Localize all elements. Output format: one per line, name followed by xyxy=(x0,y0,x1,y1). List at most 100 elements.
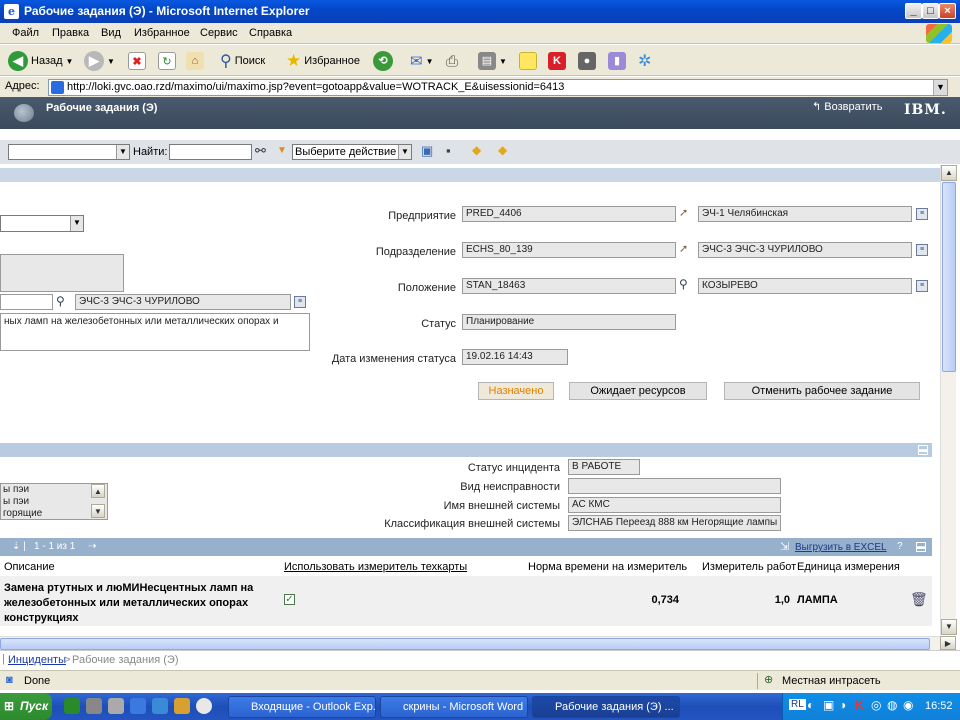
detail-menu-icon[interactable]: ≡ xyxy=(916,208,928,220)
detail-menu-icon[interactable]: ≡ xyxy=(294,296,306,308)
position-field[interactable]: STAN_18463 xyxy=(462,278,676,294)
tray-icon[interactable]: ◉ xyxy=(903,698,913,712)
history-button[interactable]: ⟲ xyxy=(373,49,393,73)
help-icon[interactable]: ? xyxy=(897,541,903,552)
menu-file[interactable]: Файл xyxy=(12,27,39,39)
vertical-scrollbar[interactable]: ▲ ▼ xyxy=(940,165,957,635)
waiting-resources-button[interactable]: Ожидает ресурсов xyxy=(569,382,707,400)
detail-menu-icon[interactable]: ≡ xyxy=(916,244,928,256)
action-select[interactable]: Выберите действие ▼ xyxy=(292,144,412,160)
refresh-button[interactable]: ↻ xyxy=(158,49,176,73)
search-icon[interactable]: ⚲ xyxy=(679,277,688,291)
description-textarea[interactable]: ных ламп на железобетонных или металличе… xyxy=(0,313,310,351)
previous-icon[interactable]: ◆ xyxy=(472,143,481,157)
tray-icon[interactable]: ◎ xyxy=(871,698,881,712)
table-row[interactable]: Замена ртутных и люМИНесцентных ламп на … xyxy=(0,576,932,626)
taskbar-item-word[interactable]: скрины - Microsoft Word xyxy=(380,696,528,718)
listbox-scroll-up[interactable]: ▲ xyxy=(91,484,105,498)
tray-icon[interactable]: ▣ xyxy=(823,698,834,712)
binoculars-icon[interactable]: ⚯ xyxy=(255,143,266,159)
find-input[interactable] xyxy=(169,144,252,160)
division-field[interactable]: ECHS_80_139 xyxy=(462,242,676,258)
minimize-button[interactable]: _ xyxy=(905,3,922,19)
people-button[interactable]: ✲ xyxy=(638,49,651,73)
download-icon[interactable]: ⇲ xyxy=(780,540,789,553)
start-button[interactable]: ⊞ Пуск xyxy=(0,693,52,720)
division-label: Подразделение xyxy=(375,246,456,258)
tray-lang-icon[interactable]: RL xyxy=(789,699,806,710)
go-to-icon[interactable]: ➚ xyxy=(679,242,688,255)
hscroll-thumb[interactable] xyxy=(0,638,930,650)
quicklaunch-icon[interactable] xyxy=(108,698,124,714)
tray-icon[interactable]: ◑ xyxy=(839,698,846,712)
assigned-button[interactable]: Назначено xyxy=(478,382,554,400)
minimize-icon[interactable]: ▬ xyxy=(916,542,926,552)
horizontal-scrollbar[interactable] xyxy=(0,636,940,650)
export-excel-link[interactable]: Выгрузить в EXCEL xyxy=(795,542,887,553)
use-meter-checkbox[interactable]: ✓ xyxy=(284,594,295,605)
menu-help[interactable]: Справка xyxy=(249,27,292,39)
new-record-icon[interactable]: ▣ xyxy=(421,143,433,159)
address-dropdown-button[interactable]: ▼ xyxy=(933,80,947,95)
menu-view[interactable]: Вид xyxy=(101,27,121,39)
scroll-thumb[interactable] xyxy=(942,182,956,372)
scroll-down-button[interactable]: ▼ xyxy=(941,619,957,635)
quicklaunch-icon[interactable] xyxy=(196,698,212,714)
detail-menu-icon[interactable]: ≡ xyxy=(916,280,928,292)
column-header-meter[interactable]: Измеритель работ xyxy=(702,561,796,573)
column-header-norm[interactable]: Норма времени на измеритель xyxy=(528,561,687,573)
column-header-unit[interactable]: Единица измерения xyxy=(797,561,900,573)
stop-button[interactable]: ✖ xyxy=(128,49,146,73)
go-to-icon[interactable]: ➚ xyxy=(679,206,688,219)
minimize-icon[interactable]: ▬ xyxy=(918,445,928,455)
breadcrumb-incidents-link[interactable]: Инциденты xyxy=(8,654,66,666)
column-header-use-meter[interactable]: Использовать измеритель техкарты xyxy=(284,561,467,573)
address-input[interactable]: http://loki.gvc.oao.rzd/maximo/ui/maximo… xyxy=(48,79,948,96)
taskbar-item-ie[interactable]: Рабочие задания (Э) ... xyxy=(532,696,680,718)
print-button[interactable]: ⎙ xyxy=(446,49,458,73)
menu-edit[interactable]: Правка xyxy=(52,27,89,39)
tray-kaspersky-icon[interactable]: K xyxy=(855,698,864,712)
menu-tools[interactable]: Сервис xyxy=(200,27,238,39)
tray-icon[interactable]: ◍ xyxy=(887,698,897,712)
query-select[interactable]: ▼ xyxy=(8,144,130,160)
tray-icon[interactable]: ◐ xyxy=(807,698,814,712)
location-input[interactable] xyxy=(0,294,53,310)
quicklaunch-icon[interactable] xyxy=(152,698,168,714)
mail-button[interactable]: ✉ ▼ xyxy=(410,49,434,73)
taskbar-item-outlook[interactable]: Входящие - Outlook Exp... xyxy=(228,696,376,718)
left-select[interactable]: ▼ xyxy=(0,215,84,232)
quicklaunch-icon[interactable] xyxy=(174,698,190,714)
search-button[interactable]: ⚲ Поиск xyxy=(220,49,265,73)
enterprise-field[interactable]: PRED_4406 xyxy=(462,206,676,222)
notes-button[interactable] xyxy=(519,49,537,73)
menu-favorites[interactable]: Избранное xyxy=(134,27,190,39)
pager-next-icon[interactable]: ⇢ xyxy=(88,541,96,552)
scroll-up-button[interactable]: ▲ xyxy=(941,165,957,181)
pager-prev-icon[interactable]: ⇣ | xyxy=(12,541,26,552)
home-button[interactable]: ⌂ xyxy=(186,49,204,73)
quicklaunch-ie-icon[interactable] xyxy=(130,698,146,714)
quicklaunch-icon[interactable] xyxy=(86,698,102,714)
listbox-scroll-down[interactable]: ▼ xyxy=(91,504,105,518)
window-title-bar: e Рабочие задания (Э) - Microsoft Intern… xyxy=(0,0,960,23)
maximize-button[interactable]: □ xyxy=(922,3,939,19)
forward-button[interactable]: ▶ ▼ xyxy=(84,49,115,73)
back-button[interactable]: ◀ Назад ▼ xyxy=(8,49,73,73)
favorites-button[interactable]: ★ Избранное xyxy=(286,49,360,73)
close-button[interactable]: × xyxy=(939,3,956,19)
kaspersky-button[interactable]: K xyxy=(548,49,566,73)
edit-button[interactable]: ▤ ▼ xyxy=(478,49,507,73)
search-icon[interactable]: ⚲ xyxy=(56,294,65,308)
arrow-down-icon[interactable]: ▼ xyxy=(277,145,287,156)
return-link[interactable]: ↰ Возвратить xyxy=(812,100,882,113)
column-header-description[interactable]: Описание xyxy=(4,561,55,573)
scroll-right-button[interactable]: ▶ xyxy=(940,636,956,650)
cancel-work-order-button[interactable]: Отменить рабочее задание xyxy=(724,382,920,400)
trash-icon[interactable]: 🗑 xyxy=(910,591,928,608)
tool-button[interactable]: ● xyxy=(578,49,596,73)
messenger-button[interactable]: ▮ xyxy=(608,49,626,73)
next-icon[interactable]: ◆ xyxy=(498,143,507,157)
save-icon[interactable]: ▪ xyxy=(446,143,451,158)
quicklaunch-tree-icon[interactable] xyxy=(64,698,80,714)
